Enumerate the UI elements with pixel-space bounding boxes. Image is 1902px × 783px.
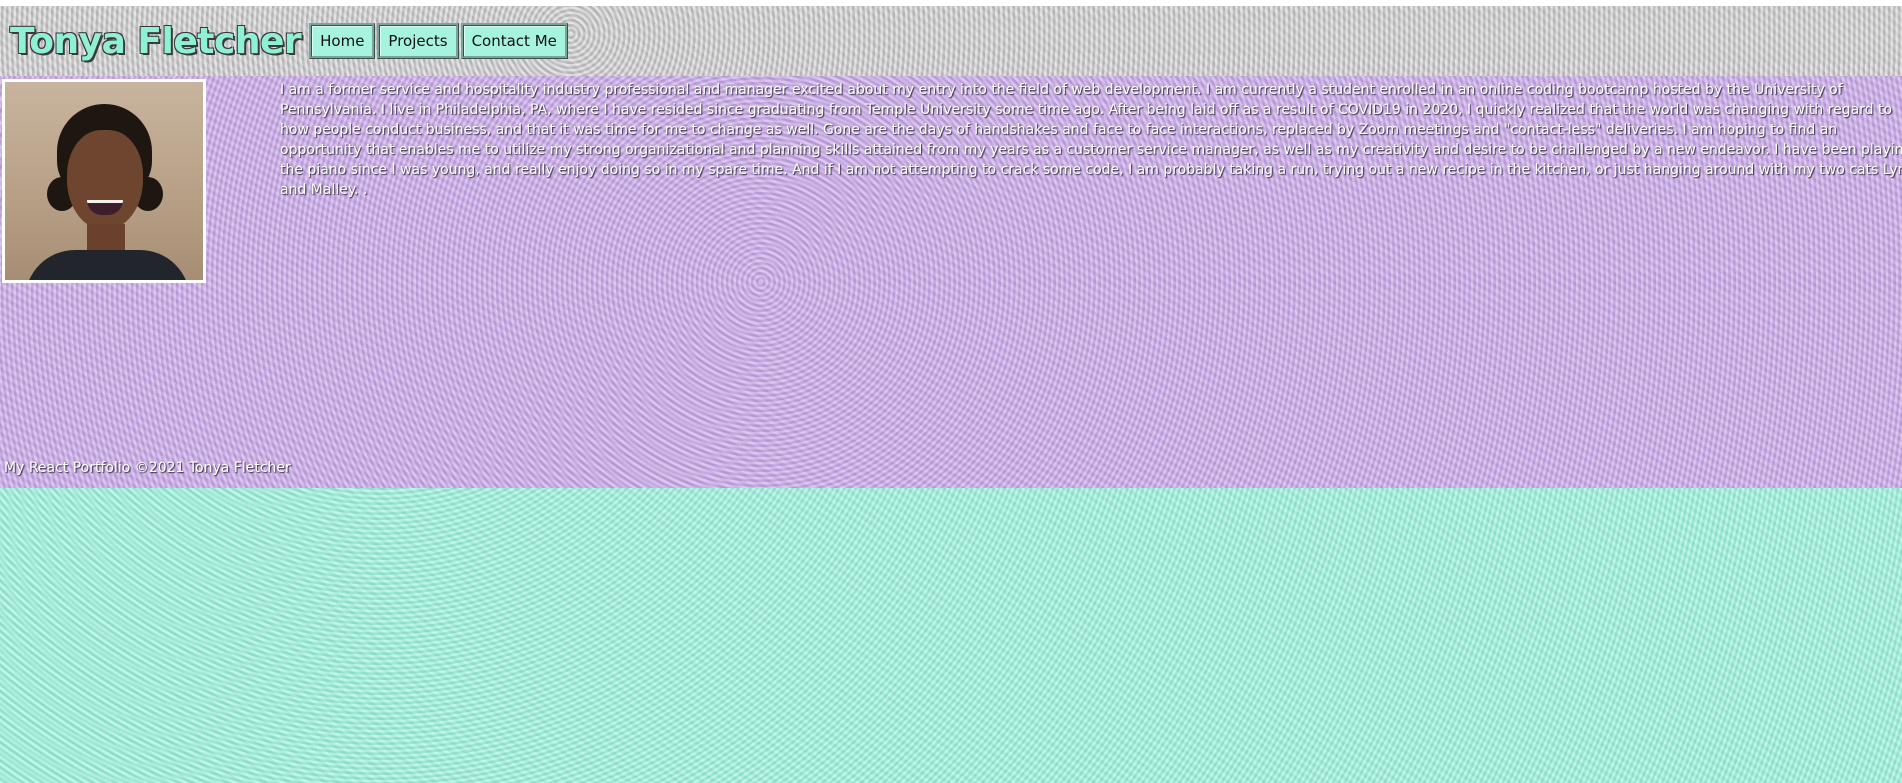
nav-contact-button[interactable]: Contact Me	[460, 23, 568, 59]
photo-face	[67, 130, 143, 230]
site-title: Tonya Fletcher	[10, 20, 302, 62]
bio-line: Pennsylvania. I live in Philadelphia, PA…	[280, 102, 1893, 118]
footer-copyright: My React Portfolio ©2021 Tonya Fletcher	[4, 460, 291, 476]
nav-home-button[interactable]: Home	[309, 23, 376, 59]
photo-shoulders	[25, 250, 190, 280]
bio-line: how people conduct business, and that it…	[280, 122, 1838, 138]
profile-photo	[2, 79, 206, 283]
main-nav: Home Projects Contact Me	[309, 23, 568, 59]
bio-paragraph: I am a former service and hospitality in…	[280, 80, 1902, 200]
site-header: Tonya Fletcher Home Projects Contact Me	[0, 6, 1902, 76]
bio-line: the piano since I was young, and really …	[280, 162, 1902, 178]
nav-projects-button[interactable]: Projects	[377, 23, 459, 59]
about-section: I am a former service and hospitality in…	[0, 76, 1902, 488]
bio-line: and Malley. .	[280, 182, 368, 198]
bio-line: I am a former service and hospitality in…	[280, 82, 1843, 98]
bio-line: opportunity that enables me to utilize m…	[280, 142, 1902, 158]
